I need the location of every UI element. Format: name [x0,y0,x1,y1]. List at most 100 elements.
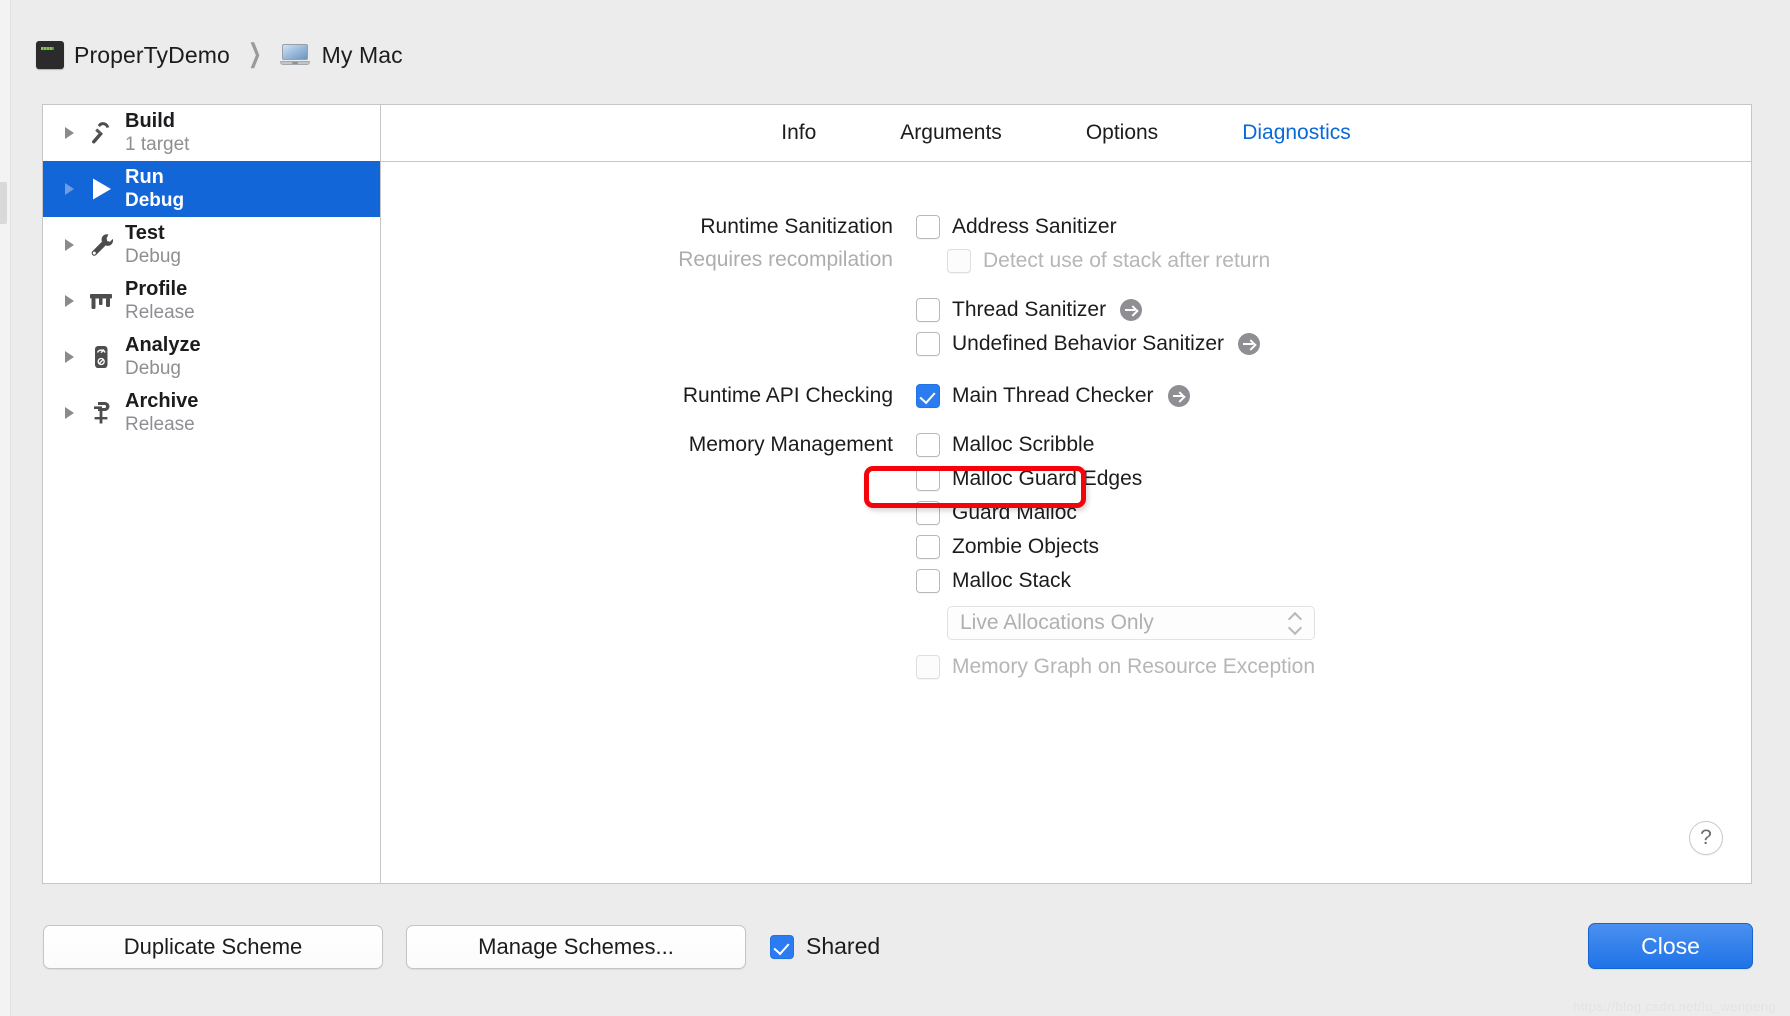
detect-stack-use-after-return-label: Detect use of stack after return [983,249,1271,272]
malloc-guard-edges-label: Malloc Guard Edges [952,467,1143,490]
memory-graph-checkbox [916,655,940,679]
terminal-app-icon [36,41,64,69]
checkbox-row-malloc-stack[interactable]: Malloc Stack [916,564,1751,598]
disclosure-triangle-icon[interactable] [59,295,79,307]
sidebar-item-build[interactable]: Build 1 target [43,105,380,161]
checkbox-row-malloc-guard-edges[interactable]: Malloc Guard Edges [916,462,1751,496]
zombie-objects-label: Zombie Objects [952,535,1100,558]
disclosure-triangle-icon[interactable] [59,407,79,419]
runtime-api-checking-group: Runtime API Checking Main Thread Checker [381,379,1751,413]
tab-diagnostics[interactable]: Diagnostics [1200,121,1393,145]
zombie-objects-checkbox[interactable] [916,535,940,559]
stepper-chevrons-icon[interactable] [1287,611,1303,636]
tab-arguments[interactable]: Arguments [858,121,1044,145]
checkbox-row-guard-malloc[interactable]: Guard Malloc [916,496,1751,530]
sidebar-item-run[interactable]: Run Debug [43,161,380,217]
breadcrumb-separator-icon: ❯ [248,38,262,68]
main-thread-checker-label: Main Thread Checker [952,384,1154,407]
sidebar-item-title: Analyze [125,334,201,356]
runtime-sanitization-label: Runtime Sanitization Requires recompilat… [381,210,916,275]
breadcrumb-destination[interactable]: My Mac [322,42,403,69]
main-thread-checker-checkbox[interactable] [916,384,940,408]
breadcrumb: ProperTyDemo ❯ My Mac [36,36,403,74]
detect-stack-use-after-return-checkbox [947,249,971,273]
tab-info[interactable]: Info [739,121,858,145]
address-sanitizer-checkbox[interactable] [916,215,940,239]
tab-bar: Info Arguments Options Diagnostics [381,105,1751,162]
help-button[interactable]: ? [1689,821,1723,855]
malloc-guard-edges-checkbox[interactable] [916,467,940,491]
shared-checkbox[interactable] [770,934,794,959]
runtime-api-checking-label: Runtime API Checking [682,384,893,407]
malloc-scribble-label: Malloc Scribble [952,433,1095,456]
undefined-behavior-sanitizer-label: Undefined Behavior Sanitizer [952,332,1224,355]
sidebar-item-analyze[interactable]: Analyze Debug [43,329,380,385]
memory-management-label: Memory Management [688,433,893,456]
gauge-icon [79,342,123,372]
thread-sanitizer-checkbox[interactable] [916,298,940,322]
shared-checkbox-row[interactable]: Shared [770,933,880,960]
malloc-stack-mode-value: Live Allocations Only [960,611,1154,634]
address-sanitizer-label: Address Sanitizer [952,215,1117,238]
duplicate-scheme-button[interactable]: Duplicate Scheme [43,925,383,969]
checkbox-row-address-sanitizer[interactable]: Address Sanitizer [916,210,1751,244]
breadcrumb-scheme-name[interactable]: ProperTyDemo [74,42,230,69]
manage-schemes-button[interactable]: Manage Schemes... [406,925,746,969]
thread-sanitizer-detail-arrow-icon[interactable] [1120,299,1143,321]
checkbox-row-malloc-scribble[interactable]: Malloc Scribble [916,428,1751,462]
diagnostics-pane: Info Arguments Options Diagnostics Runti… [381,105,1751,883]
malloc-scribble-checkbox[interactable] [916,433,940,457]
malloc-stack-mode-select[interactable]: Live Allocations Only [947,606,1315,640]
window-edge-tab [0,182,7,224]
checkbox-row-thread-sanitizer[interactable]: Thread Sanitizer [916,293,1751,327]
watermark: https://blog.csdn.net/lu_wenpeng [1573,999,1776,1014]
guard-malloc-label: Guard Malloc [952,501,1077,524]
memory-management-group: Memory Management Malloc Scribble Malloc… [381,428,1751,684]
wrench-icon [79,230,123,260]
sidebar-item-subtitle: Debug [125,357,181,379]
checkbox-row-memory-graph-on-resource-exception: Memory Graph on Resource Exception [916,650,1751,684]
sidebar-item-test[interactable]: Test Debug [43,217,380,273]
sidebar-item-profile[interactable]: Profile Release [43,273,380,329]
checkbox-row-undefined-behavior-sanitizer[interactable]: Undefined Behavior Sanitizer [916,327,1751,361]
macbook-icon [279,43,310,67]
malloc-stack-checkbox[interactable] [916,569,940,593]
sidebar-item-title: Test [125,222,165,244]
close-button[interactable]: Close [1588,923,1753,969]
disclosure-triangle-icon[interactable] [59,183,79,195]
undefined-behavior-sanitizer-checkbox[interactable] [916,332,940,356]
checkbox-row-detect-stack-use-after-return: Detect use of stack after return [916,244,1751,278]
sidebar-item-subtitle: Debug [125,245,181,267]
thread-sanitizer-label: Thread Sanitizer [952,298,1107,321]
disclosure-triangle-icon[interactable] [59,127,79,139]
undefined-behavior-sanitizer-detail-arrow-icon[interactable] [1238,333,1260,355]
checkbox-row-main-thread-checker[interactable]: Main Thread Checker [916,379,1751,413]
window-left-edge [0,0,11,1016]
disclosure-triangle-icon[interactable] [59,239,79,251]
checkbox-row-zombie-objects[interactable]: Zombie Objects [916,530,1751,564]
hammer-icon [79,118,123,148]
sidebar-item-subtitle: Release [125,413,195,435]
diagnostics-form: Runtime Sanitization Requires recompilat… [381,162,1751,883]
sidebar-item-title: Archive [125,390,199,412]
caliper-icon [79,286,123,316]
tab-options[interactable]: Options [1044,121,1200,145]
sidebar-item-title: Build [125,110,175,132]
runtime-sanitization-sublabel: Requires recompilation [678,248,893,271]
sidebar-item-title: Profile [125,278,188,300]
scheme-editor-panel: Build 1 target Run Debug Test Debug Prof… [42,104,1752,884]
sidebar-item-subtitle: Release [125,301,195,323]
sidebar-item-title: Run [125,166,164,188]
malloc-stack-label: Malloc Stack [952,569,1072,592]
sidebar-item-archive[interactable]: Archive Release [43,385,380,441]
scheme-action-list: Build 1 target Run Debug Test Debug Prof… [43,105,381,883]
sidebar-item-subtitle: 1 target [125,133,190,155]
clamp-icon [79,398,123,428]
guard-malloc-checkbox[interactable] [916,501,940,525]
memory-graph-label: Memory Graph on Resource Exception [952,655,1315,678]
play-icon [79,174,123,204]
sidebar-item-subtitle: Debug [125,189,185,211]
disclosure-triangle-icon[interactable] [59,351,79,363]
runtime-sanitization-group: Runtime Sanitization Requires recompilat… [381,210,1751,361]
main-thread-checker-detail-arrow-icon[interactable] [1167,385,1190,407]
